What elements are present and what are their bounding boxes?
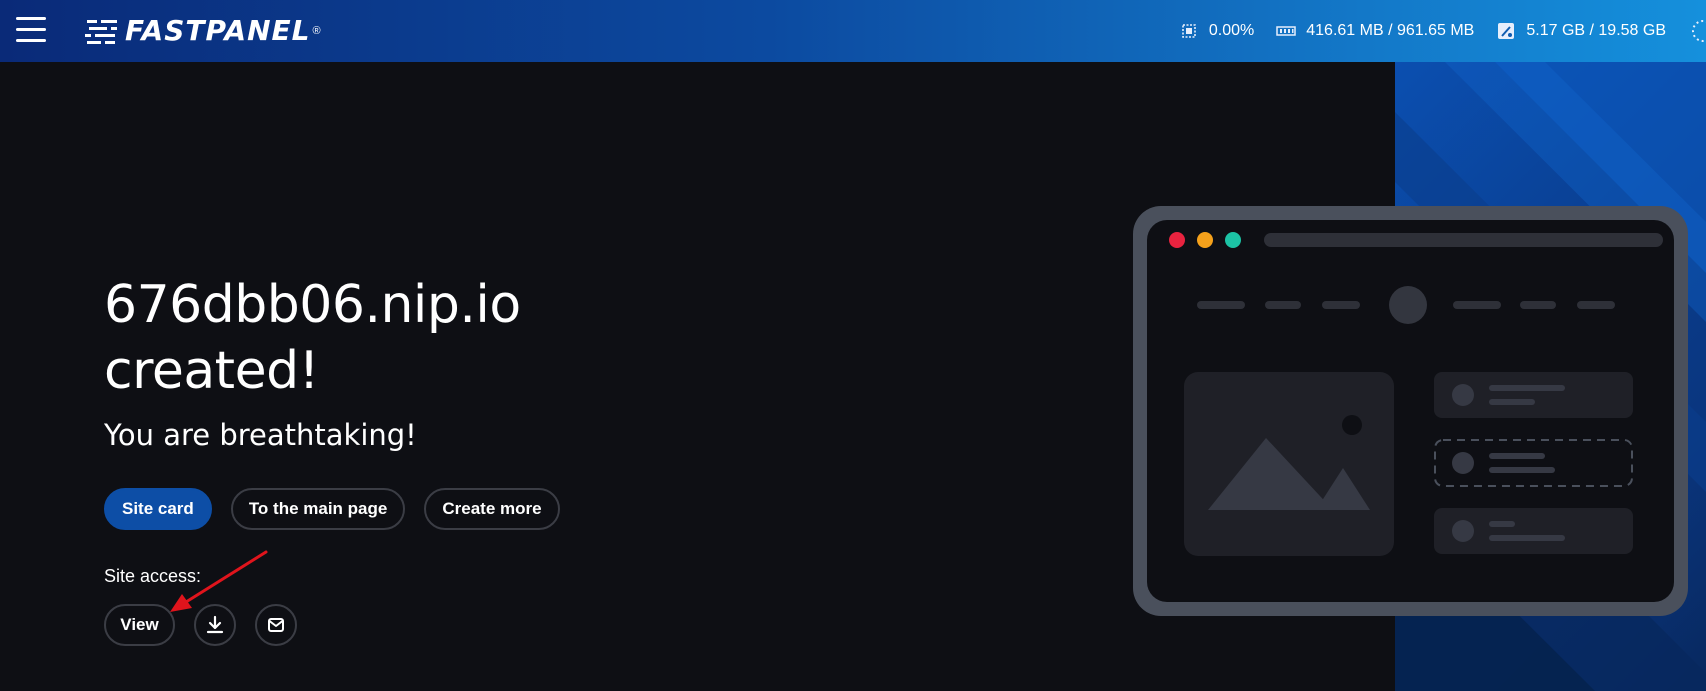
site-card-button[interactable]: Site card — [104, 488, 212, 530]
mail-icon — [268, 618, 284, 632]
create-more-button[interactable]: Create more — [424, 488, 560, 530]
server-stats: 0.00% 416.61 MB / 961.65 MB 5.17 GB / 19… — [1179, 0, 1666, 62]
ram-icon — [1276, 26, 1296, 36]
download-icon — [206, 615, 224, 634]
ram-value: 416.61 MB / 961.65 MB — [1306, 22, 1475, 39]
disk-value: 5.17 GB / 19.58 GB — [1526, 22, 1666, 39]
cpu-value: 0.00% — [1208, 22, 1255, 39]
logo[interactable]: FASTPANEL ® — [85, 14, 321, 47]
subtitle: You are breathtaking! — [104, 418, 417, 452]
disk-stat: 5.17 GB / 19.58 GB — [1496, 21, 1666, 41]
action-buttons: Site card To the main page Create more — [104, 488, 560, 530]
window-minimize-dot — [1197, 232, 1213, 248]
page-title: 676dbb06.nip.io created! — [104, 272, 521, 404]
logo-registered-mark: ® — [312, 24, 321, 37]
disk-icon — [1498, 23, 1515, 39]
logo-icon — [85, 19, 117, 44]
ram-stat: 416.61 MB / 961.65 MB — [1276, 21, 1474, 41]
website-illustration — [1133, 206, 1688, 616]
top-bar: FASTPANEL ® 0.00% 416.61 MB / 961.65 MB — [0, 0, 1706, 62]
cpu-icon — [1182, 24, 1196, 38]
loading-spinner-icon — [1692, 20, 1706, 42]
created-text: created! — [104, 341, 319, 401]
site-domain: 676dbb06.nip.io — [104, 275, 521, 335]
main-page-button[interactable]: To the main page — [230, 488, 406, 530]
annotation-arrow — [170, 550, 268, 612]
cpu-stat: 0.00% — [1179, 21, 1254, 41]
menu-icon[interactable] — [16, 17, 46, 43]
logo-text: FASTPANEL — [125, 14, 311, 47]
window-maximize-dot — [1225, 232, 1241, 248]
window-close-dot — [1169, 232, 1185, 248]
